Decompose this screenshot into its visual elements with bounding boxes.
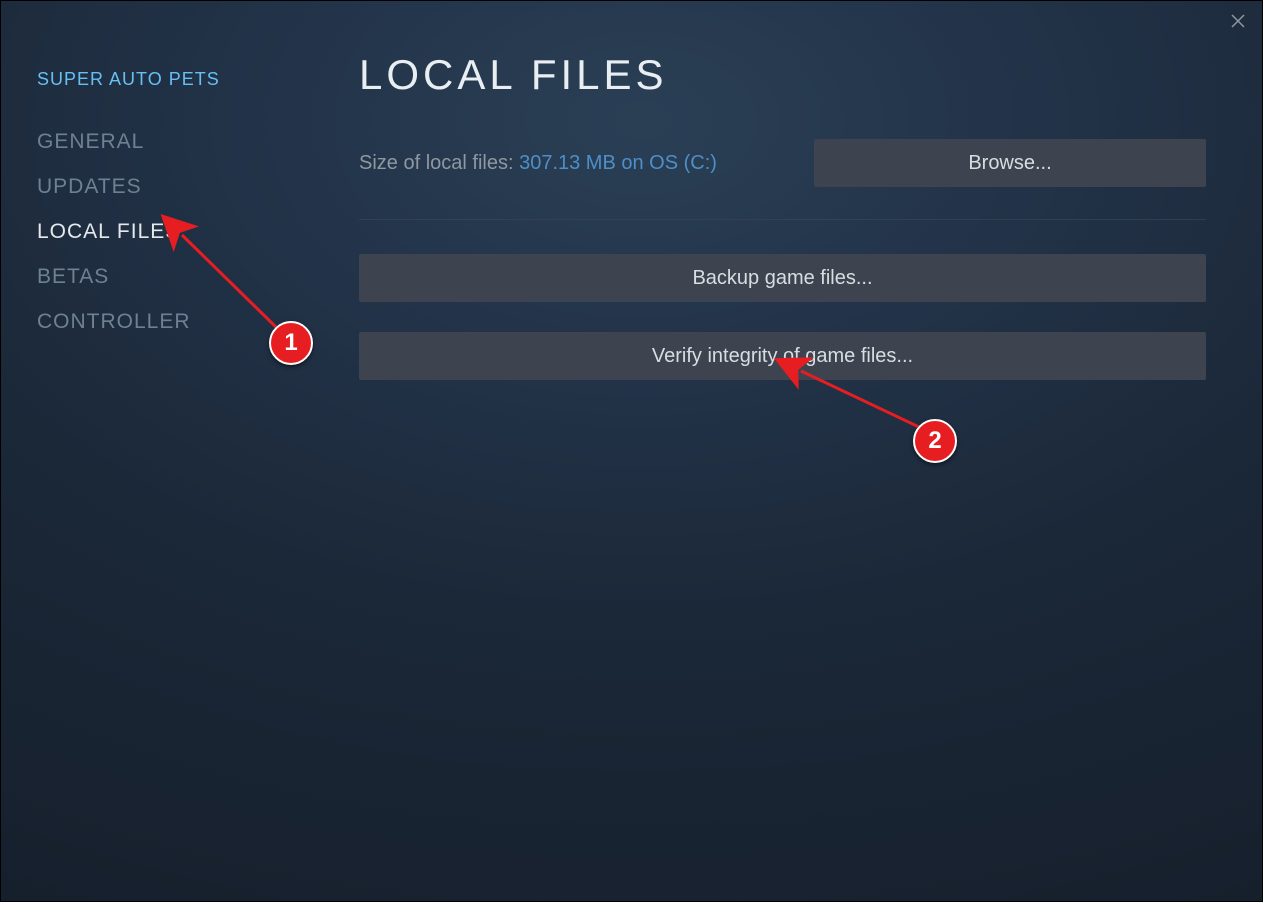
size-row: Size of local files: 307.13 MB on OS (C:… bbox=[359, 139, 1206, 187]
divider bbox=[359, 219, 1206, 220]
size-value-link[interactable]: 307.13 MB on OS (C:) bbox=[519, 152, 717, 174]
size-label: Size of local files: bbox=[359, 152, 519, 174]
properties-window: SUPER AUTO PETS GENERAL UPDATES LOCAL FI… bbox=[0, 0, 1263, 902]
sidebar-item-controller[interactable]: CONTROLLER bbox=[37, 310, 321, 334]
browse-button[interactable]: Browse... bbox=[814, 139, 1206, 187]
sidebar: SUPER AUTO PETS GENERAL UPDATES LOCAL FI… bbox=[1, 1, 321, 901]
app-name: SUPER AUTO PETS bbox=[37, 69, 321, 90]
backup-game-files-button[interactable]: Backup game files... bbox=[359, 254, 1206, 302]
sidebar-item-local-files[interactable]: LOCAL FILES bbox=[37, 220, 321, 244]
sidebar-item-general[interactable]: GENERAL bbox=[37, 130, 321, 154]
size-of-local-files: Size of local files: 307.13 MB on OS (C:… bbox=[359, 152, 717, 175]
sidebar-item-betas[interactable]: BETAS bbox=[37, 265, 321, 289]
main-panel: LOCAL FILES Size of local files: 307.13 … bbox=[321, 1, 1262, 901]
close-button[interactable] bbox=[1222, 7, 1254, 39]
page-title: LOCAL FILES bbox=[359, 51, 1206, 99]
close-icon bbox=[1229, 12, 1247, 35]
sidebar-item-updates[interactable]: UPDATES bbox=[37, 175, 321, 199]
verify-integrity-button[interactable]: Verify integrity of game files... bbox=[359, 332, 1206, 380]
